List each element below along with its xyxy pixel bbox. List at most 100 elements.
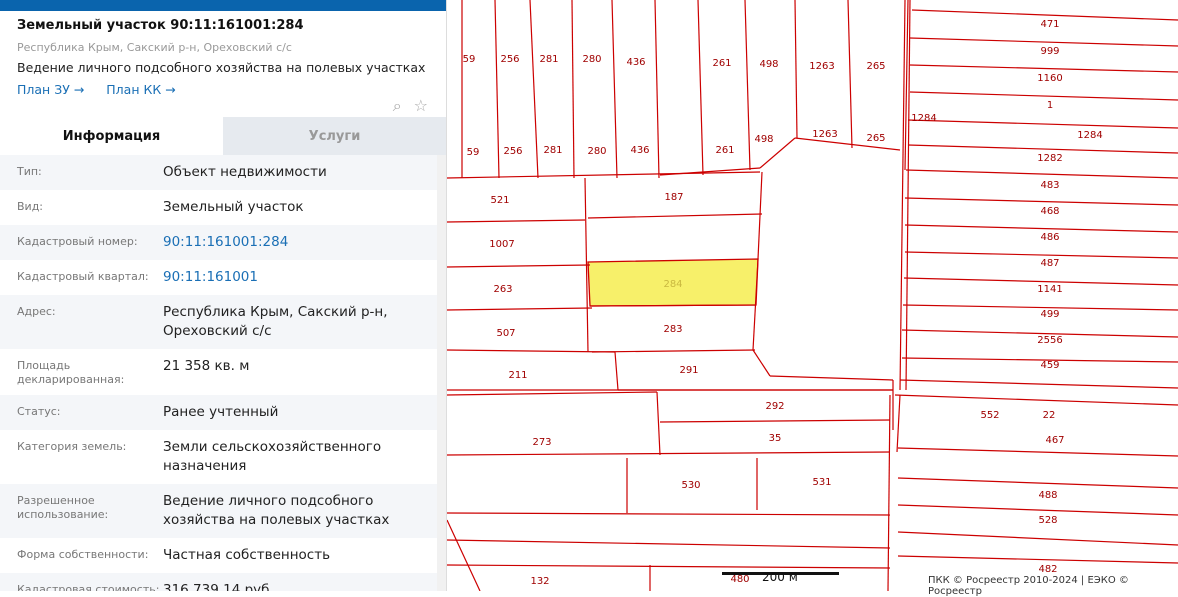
parcel-label: 531 [812,477,831,488]
parcel-label: 521 [490,195,509,206]
parcel-boundary [907,144,1178,154]
parcel-boundary [659,167,761,176]
parcel-label: 281 [539,54,558,65]
info-key: Категория земель: [17,440,127,453]
parcel-label: 292 [765,401,784,412]
parcel-boundary [654,0,660,179]
parcel-label: 281 [543,145,562,156]
info-value: 21 358 кв. м [163,358,250,374]
star-icon[interactable]: ☆ [414,96,428,116]
parcel-boundary [529,0,539,179]
parcel-boundary [752,349,771,377]
parcel-label: 283 [663,324,682,335]
info-value: Ранее учтенный [163,404,279,420]
parcel-label: 468 [1040,206,1059,217]
parcel-boundary [446,264,591,268]
parcel-boundary [909,91,1178,101]
info-key: Тип: [17,165,42,178]
parcel-boundary [571,0,575,179]
parcel-boundary [659,419,891,423]
parcel-boundary [757,171,763,260]
info-value: 316 739,14 руб. [163,582,274,591]
parcel-label: 256 [500,54,519,65]
parcel-label: 486 [1040,232,1059,243]
info-value[interactable]: 90:11:161001 [163,268,437,287]
info-row: Адрес: Республика Крым, Сакский р-н, Орех… [0,295,446,349]
plan-zu-link[interactable]: План ЗУ → [17,82,84,97]
parcel-boundary [887,394,891,591]
parcel-boundary [656,391,661,456]
parcel-label: 1284 [911,113,936,124]
info-key: Кадастровый квартал: [17,270,149,283]
parcel-label: 211 [508,370,527,381]
parcel-label: 498 [754,134,773,145]
parcel-label: 1284 [1077,130,1102,141]
tab-services[interactable]: Услуги [223,117,446,155]
parcel-label: 35 [769,433,782,444]
parcel-boundary [446,307,593,311]
parcel-label: 507 [496,328,515,339]
parcel-label: 261 [715,145,734,156]
parcel-label: 59 [463,54,476,65]
parcel-label: 499 [1040,309,1059,320]
parcel-label: 999 [1040,46,1059,57]
parcel-label: 483 [1040,180,1059,191]
parcel-boundary [894,394,1178,406]
parcel-boundary [591,349,756,353]
scale-label: 200 м [762,570,798,584]
info-value[interactable]: 90:11:161001:284 [163,233,437,252]
plan-kk-link[interactable]: План КК → [106,82,175,97]
info-row: Площадь декларированная: 21 358 кв. м [0,349,446,395]
parcel-boundary [847,0,853,149]
info-key: Кадастровый номер: [17,235,138,248]
parcel-boundaries [446,0,1178,591]
parcel-label: 436 [630,145,649,156]
info-row: Кадастровый квартал: 90:11:161001 [0,260,446,295]
parcel-address: Республика Крым, Сакский р-н, Ореховский… [17,41,292,54]
parcel-boundary [899,379,1178,389]
parcel-boundary [909,37,1178,47]
parcel-label: 1141 [1037,284,1062,295]
info-key: Адрес: [17,305,56,318]
parcel-boundary [744,0,751,171]
parcel-boundary [897,531,1178,546]
parcel-label: 280 [587,146,606,157]
search-on-map-icon[interactable]: ⌕ [393,96,402,116]
parcel-boundary [769,375,894,381]
parcel-boundary [494,0,500,179]
parcel-purpose: Ведение личного подсобного хозяйства на … [17,60,426,75]
parcel-boundary [904,197,1178,206]
parcel-label: 471 [1040,19,1059,30]
parcel-label: 459 [1040,360,1059,371]
info-key: Форма собственности: [17,548,149,561]
selected-parcel-label: 284 [663,279,682,290]
parcel-label: 187 [664,192,683,203]
parcel-boundary [446,512,891,516]
parcel-label: 22 [1043,410,1056,421]
parcel-boundary [446,539,891,549]
info-row: Кадастровая стоимость: 316 739,14 руб. [0,573,446,591]
parcel-label: 280 [582,54,601,65]
info-value: Частная собственность [163,547,331,563]
parcel-boundary [697,0,704,176]
parcel-label: 265 [866,133,885,144]
parcel-label: 265 [866,61,885,72]
parcel-boundary [904,0,909,171]
info-key: Вид: [17,200,44,213]
parcel-label: 480 [730,574,749,585]
parcel-label: 1282 [1037,153,1062,164]
parcel-boundary [446,171,761,179]
parcel-label: 132 [530,576,549,587]
tab-information[interactable]: Информация [0,117,223,155]
parcel-label: 1263 [812,129,837,140]
info-value: Земли сельскохозяйственного назначения [163,439,382,474]
parcel-label: 436 [626,57,645,68]
parcel-boundary [446,391,658,396]
parcel-boundary [897,555,1178,564]
parcel-boundary [896,394,901,453]
parcel-boundary [446,349,616,353]
parcel-label: 291 [679,365,698,376]
parcel-title: Земельный участок 90:11:161001:284 [17,18,304,33]
search-bar[interactable] [0,0,446,11]
parcel-label: 2556 [1037,335,1062,346]
